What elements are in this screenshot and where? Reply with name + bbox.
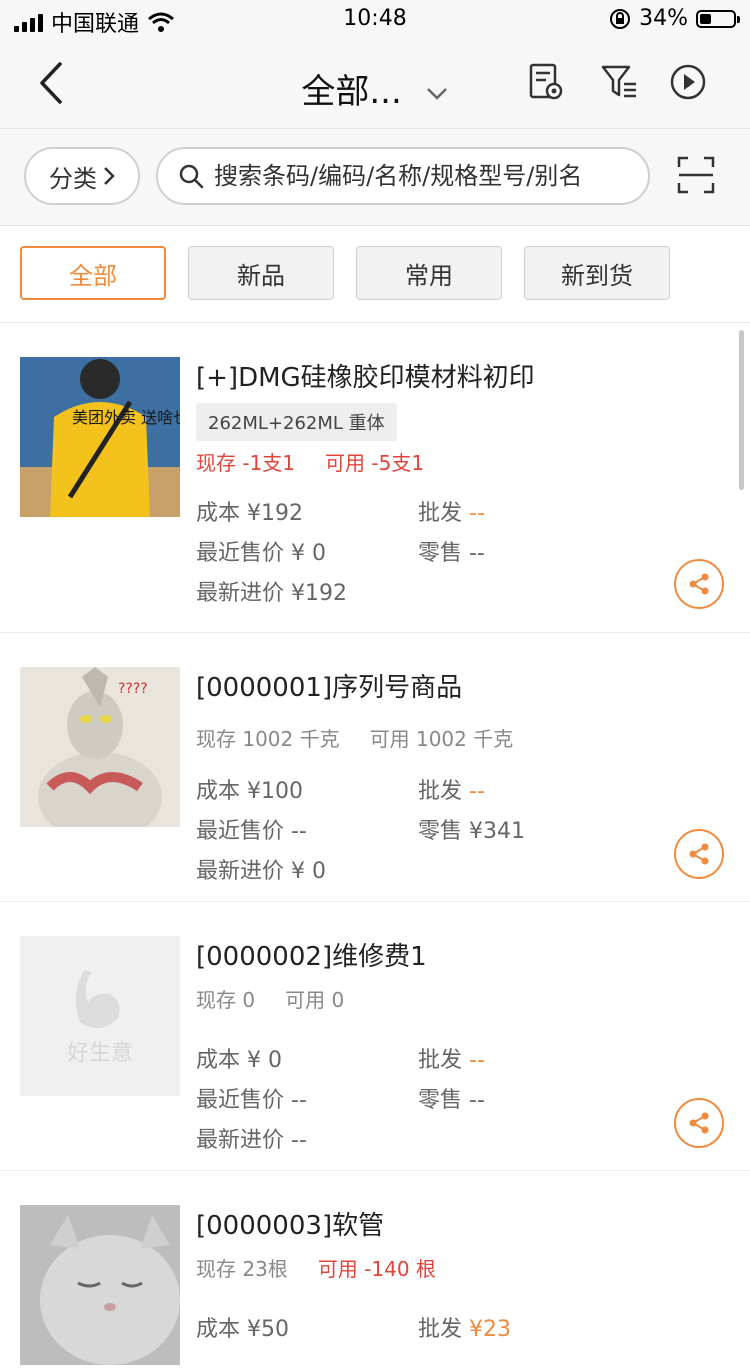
retail-price: 零售 ¥341 (418, 819, 525, 844)
recent-sale-price: 最近售价 -- (196, 1088, 307, 1113)
product-spec: 262ML+262ML 重体 (196, 403, 397, 441)
battery-icon (696, 9, 740, 28)
filter-chip-all[interactable]: 全部 (20, 246, 166, 300)
chevron-down-icon (426, 87, 447, 100)
play-circle-icon (670, 64, 706, 100)
wholesale-price: 批发 -- (418, 779, 485, 804)
status-bar: 中国联通 10:48 34% (0, 0, 750, 40)
share-icon (689, 573, 709, 595)
share-button[interactable] (674, 1098, 724, 1148)
retail-price: 零售 -- (418, 1088, 485, 1113)
search-bar: 分类 (0, 129, 750, 226)
stock-available: 可用 -5支1 (325, 451, 425, 475)
image-caption: 美团外卖 送啥也快 (72, 408, 180, 427)
page-title: 全部... (301, 72, 402, 112)
cost-price: 成本 ¥100 (196, 779, 303, 804)
filter-chip-frequent[interactable]: 常用 (356, 246, 502, 300)
product-item[interactable]: 美团外卖 送啥也快 [+]DMG硅橡胶印模材料初印 262ML+262ML 重体… (0, 323, 750, 633)
product-image: ???? (20, 667, 180, 827)
placeholder-logo-text: 好生意 (67, 1041, 133, 1066)
category-label: 分类 (49, 164, 97, 193)
product-item[interactable]: [0000003]软管 现存 23根 可用 -140 根 成本 ¥50 批发 ¥2… (0, 1171, 750, 1371)
stock-info: 现存 1002 千克 可用 1002 千克 (196, 723, 513, 752)
cost-price: 成本 ¥50 (196, 1317, 289, 1342)
search-field[interactable] (156, 147, 650, 205)
stock-available: 可用 -140 根 (317, 1257, 436, 1281)
wholesale-price: 批发 -- (418, 1048, 485, 1073)
cost-price: 成本 ¥ 0 (196, 1048, 282, 1073)
stock-info: 现存 23根 可用 -140 根 (196, 1253, 436, 1282)
stock-current: 现存 0 (196, 988, 256, 1012)
product-title: [0000001]序列号商品 (196, 673, 463, 703)
retail-price: 零售 -- (418, 541, 485, 566)
latest-purchase-price: 最新进价 ¥ 0 (196, 859, 326, 884)
rotation-lock-icon (610, 8, 631, 29)
image-caption: ???? (118, 681, 148, 697)
share-button[interactable] (674, 559, 724, 609)
battery-percent: 34% (639, 6, 688, 31)
product-item[interactable]: ???? [0000001]序列号商品 现存 1002 千克 可用 1002 千克… (0, 633, 750, 902)
product-list: 美团外卖 送啥也快 [+]DMG硅橡胶印模材料初印 262ML+262ML 重体… (0, 323, 750, 1371)
document-view-icon (529, 63, 563, 100)
status-right: 34% (609, 6, 740, 31)
wholesale-price: 批发 ¥23 (418, 1317, 512, 1342)
search-input[interactable] (212, 161, 636, 191)
list-scrollbar[interactable] (739, 330, 744, 490)
stock-available: 可用 1002 千克 (369, 727, 514, 751)
recent-sale-price: 最近售价 ¥ 0 (196, 541, 326, 566)
product-image-placeholder: 好生意 (20, 936, 180, 1096)
product-image (20, 1205, 180, 1365)
report-view-button[interactable] (526, 62, 566, 102)
filter-tabs: 全部 新品 常用 新到货 (0, 226, 750, 323)
share-icon (689, 1112, 709, 1134)
search-icon (179, 164, 204, 189)
share-button[interactable] (674, 829, 724, 879)
stock-current: 现存 -1支1 (196, 451, 296, 475)
cost-price: 成本 ¥192 (196, 501, 303, 526)
stock-available: 可用 0 (285, 988, 345, 1012)
product-title: [0000002]维修费1 (196, 942, 427, 972)
wholesale-price: 批发 -- (418, 501, 485, 526)
filter-chip-new[interactable]: 新品 (188, 246, 334, 300)
product-title: [0000003]软管 (196, 1211, 385, 1241)
stock-current: 现存 1002 千克 (196, 727, 340, 751)
stock-info: 现存 0 可用 0 (196, 984, 344, 1013)
product-image: 美团外卖 送啥也快 (20, 357, 180, 517)
chevron-right-icon (104, 167, 115, 185)
stock-current: 现存 23根 (196, 1257, 288, 1281)
category-button[interactable]: 分类 (24, 147, 140, 205)
latest-purchase-price: 最新进价 ¥192 (196, 581, 347, 606)
product-item[interactable]: 好生意 [0000002]维修费1 现存 0 可用 0 成本 ¥ 0 批发 -- … (0, 902, 750, 1171)
product-title: [+]DMG硅橡胶印模材料初印 (196, 363, 535, 393)
scan-button[interactable] (676, 155, 716, 195)
play-button[interactable] (668, 62, 708, 102)
stock-info: 现存 -1支1 可用 -5支1 (196, 447, 424, 476)
share-icon (689, 843, 709, 865)
scan-icon (677, 156, 715, 194)
filter-chip-arrivals[interactable]: 新到货 (524, 246, 670, 300)
filter-icon (601, 65, 636, 98)
nav-bar: 全部... (0, 40, 750, 129)
latest-purchase-price: 最新进价 -- (196, 1128, 307, 1153)
filter-button[interactable] (600, 62, 640, 102)
recent-sale-price: 最近售价 -- (196, 819, 307, 844)
